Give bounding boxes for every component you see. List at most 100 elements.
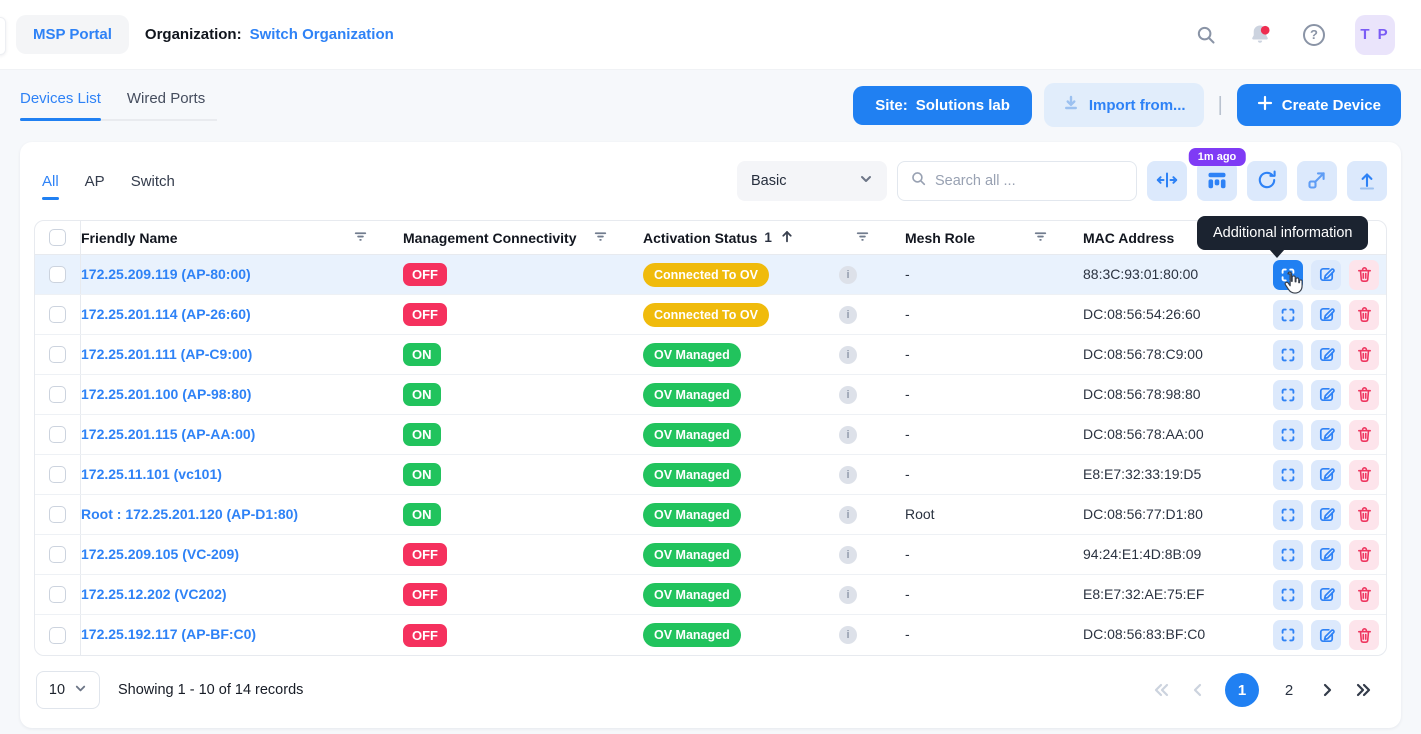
- col-activation-status[interactable]: Activation Status: [643, 230, 757, 246]
- device-name-link[interactable]: 172.25.209.119 (AP-80:00): [81, 266, 251, 282]
- page-1[interactable]: 1: [1225, 673, 1259, 707]
- info-icon[interactable]: [839, 626, 857, 644]
- edit-button[interactable]: [1311, 500, 1341, 530]
- search-input[interactable]: [935, 173, 1124, 189]
- delete-button[interactable]: [1349, 340, 1379, 370]
- expand-details-button[interactable]: [1273, 300, 1303, 330]
- expand-details-button[interactable]: [1273, 260, 1303, 290]
- expand-details-button[interactable]: [1273, 460, 1303, 490]
- delete-button[interactable]: [1349, 620, 1379, 650]
- import-from-button[interactable]: Import from...: [1044, 83, 1204, 127]
- expand-details-button[interactable]: [1273, 580, 1303, 610]
- delete-button[interactable]: [1349, 500, 1379, 530]
- info-icon[interactable]: [839, 466, 857, 484]
- sort-asc-icon[interactable]: [779, 228, 795, 247]
- row-checkbox[interactable]: [49, 346, 66, 363]
- brand-button[interactable]: MSP Portal: [16, 15, 129, 54]
- info-icon[interactable]: [839, 506, 857, 524]
- info-icon[interactable]: [839, 426, 857, 444]
- device-name-link[interactable]: 172.25.201.100 (AP-98:80): [81, 386, 251, 402]
- expand-details-button[interactable]: [1273, 540, 1303, 570]
- row-checkbox[interactable]: [49, 306, 66, 323]
- view-select[interactable]: Basic: [737, 161, 887, 201]
- search-icon[interactable]: [1195, 24, 1217, 46]
- refresh-button[interactable]: [1247, 161, 1287, 201]
- site-button[interactable]: Site: Solutions lab: [853, 86, 1032, 125]
- delete-button[interactable]: [1349, 460, 1379, 490]
- filter-tab-switch[interactable]: Switch: [131, 173, 175, 190]
- mesh-role-value: -: [905, 266, 910, 282]
- page-size-select[interactable]: 10: [36, 671, 100, 709]
- delete-button[interactable]: [1349, 420, 1379, 450]
- pagination-prev-icon[interactable]: [1190, 682, 1206, 698]
- info-icon[interactable]: [839, 386, 857, 404]
- filter-icon[interactable]: [592, 228, 609, 248]
- expand-details-button[interactable]: [1273, 340, 1303, 370]
- pagination-first-icon[interactable]: [1152, 682, 1171, 698]
- edit-button[interactable]: [1311, 340, 1341, 370]
- expand-details-button[interactable]: [1273, 500, 1303, 530]
- delete-button[interactable]: [1349, 260, 1379, 290]
- table-row: 172.25.201.111 (AP-C9:00) ON OV Managed …: [35, 335, 1386, 375]
- edit-button[interactable]: [1311, 620, 1341, 650]
- row-checkbox[interactable]: [49, 466, 66, 483]
- upload-button[interactable]: [1347, 161, 1387, 201]
- edit-button[interactable]: [1311, 420, 1341, 450]
- device-name-link[interactable]: 172.25.201.114 (AP-26:60): [81, 306, 251, 322]
- row-checkbox[interactable]: [49, 627, 66, 644]
- import-label: Import from...: [1089, 97, 1186, 114]
- delete-button[interactable]: [1349, 380, 1379, 410]
- edit-button[interactable]: [1311, 460, 1341, 490]
- activation-status-badge: OV Managed: [643, 423, 741, 447]
- edit-button[interactable]: [1311, 580, 1341, 610]
- fit-columns-button[interactable]: [1147, 161, 1187, 201]
- device-name-link[interactable]: Root : 172.25.201.120 (AP-D1:80): [81, 506, 298, 522]
- tab-wired-ports[interactable]: Wired Ports: [127, 90, 205, 107]
- avatar[interactable]: T P: [1355, 15, 1395, 55]
- delete-button[interactable]: [1349, 300, 1379, 330]
- organization-link[interactable]: Switch Organization: [250, 26, 394, 43]
- filter-icon[interactable]: [352, 228, 369, 248]
- pagination-next-icon[interactable]: [1319, 682, 1335, 698]
- expand-details-button[interactable]: [1273, 380, 1303, 410]
- device-name-link[interactable]: 172.25.192.117 (AP-BF:C0): [81, 626, 256, 642]
- delete-button[interactable]: [1349, 580, 1379, 610]
- help-icon[interactable]: [1303, 24, 1325, 46]
- row-checkbox[interactable]: [49, 266, 66, 283]
- filter-tab-all[interactable]: All: [42, 173, 59, 190]
- open-external-button[interactable]: [1297, 161, 1337, 201]
- info-icon[interactable]: [839, 266, 857, 284]
- edit-button[interactable]: [1311, 260, 1341, 290]
- create-device-button[interactable]: Create Device: [1237, 84, 1401, 126]
- edit-button[interactable]: [1311, 380, 1341, 410]
- device-name-link[interactable]: 172.25.12.202 (VC202): [81, 586, 227, 602]
- page-2[interactable]: 2: [1278, 682, 1300, 699]
- device-name-link[interactable]: 172.25.201.115 (AP-AA:00): [81, 426, 255, 442]
- row-checkbox[interactable]: [49, 386, 66, 403]
- tab-devices-list[interactable]: Devices List: [20, 90, 101, 107]
- pagination-last-icon[interactable]: [1354, 682, 1373, 698]
- filter-tab-ap[interactable]: AP: [85, 173, 105, 190]
- info-icon[interactable]: [839, 306, 857, 324]
- notifications-bell-icon[interactable]: [1247, 22, 1273, 48]
- edit-button[interactable]: [1311, 540, 1341, 570]
- device-name-link[interactable]: 172.25.201.111 (AP-C9:00): [81, 346, 252, 362]
- device-name-link[interactable]: 172.25.11.101 (vc101): [81, 466, 222, 482]
- expand-details-button[interactable]: [1273, 620, 1303, 650]
- row-checkbox[interactable]: [49, 426, 66, 443]
- top-bar: MSP Portal Organization: Switch Organiza…: [0, 0, 1421, 70]
- info-icon[interactable]: [839, 346, 857, 364]
- info-icon[interactable]: [839, 586, 857, 604]
- expand-details-button[interactable]: [1273, 420, 1303, 450]
- filter-icon[interactable]: [1032, 228, 1049, 248]
- filter-icon[interactable]: [854, 228, 871, 248]
- row-checkbox[interactable]: [49, 546, 66, 563]
- row-checkbox[interactable]: [49, 506, 66, 523]
- delete-button[interactable]: [1349, 540, 1379, 570]
- select-all-checkbox[interactable]: [49, 229, 66, 246]
- device-name-link[interactable]: 172.25.209.105 (VC-209): [81, 546, 239, 562]
- row-checkbox[interactable]: [49, 586, 66, 603]
- info-icon[interactable]: [839, 546, 857, 564]
- edit-button[interactable]: [1311, 300, 1341, 330]
- columns-button[interactable]: 1m ago: [1197, 161, 1237, 201]
